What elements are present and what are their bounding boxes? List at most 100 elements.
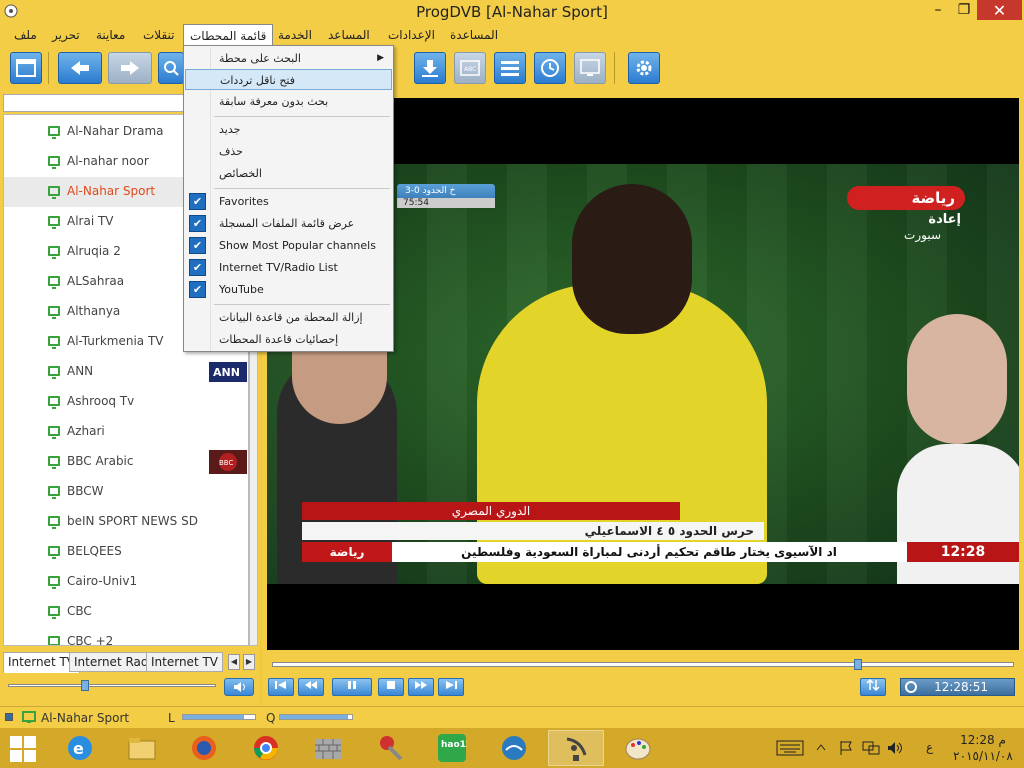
skip-to-end-button[interactable] [438,678,464,696]
tab-scroll-left-button[interactable]: ◀ [228,654,240,670]
skip-to-start-button[interactable] [268,678,294,696]
hao123-icon-label: hao123 [441,740,467,750]
channel-row[interactable]: ANN ANN [4,357,248,387]
tv-icon [48,306,60,319]
epg-list-button[interactable] [494,52,526,84]
menu-item-open-transponder[interactable]: فتح ناقل ترددات [185,69,392,90]
scheduler-button[interactable] [534,52,566,84]
menu-item-remove-from-db[interactable]: إزالة المحطة من قاعدة البيانات [185,307,392,328]
menu-assistant[interactable]: المساعد [322,24,376,46]
teletext-button[interactable]: ABC [454,52,486,84]
taskbar-hao123[interactable]: hao123 [424,730,480,766]
menu-separator [214,116,390,117]
taskbar-chrome[interactable] [238,730,294,766]
menu-service[interactable]: الخدمة [272,24,318,46]
pause-button[interactable] [332,678,372,696]
channel-row[interactable]: Cairo-Univ1 [4,567,248,597]
mute-button[interactable] [224,678,254,696]
menu-item-popular-channels[interactable]: ✔ Show Most Popular channels [185,235,392,256]
taskbar-internet-explorer[interactable]: e [52,730,108,766]
menu-item-favorites[interactable]: ✔ Favorites [185,191,392,212]
subtitle-button[interactable] [574,52,606,84]
tv-icon [48,126,60,139]
network-icon[interactable] [862,740,880,756]
menu-item-internet-tv-radio[interactable]: ✔ Internet TV/Radio List [185,257,392,278]
channel-row[interactable]: BBC Arabic BBC [4,447,248,477]
arrows-icon [866,678,880,692]
checkmark-icon: ✔ [189,281,206,298]
refresh-icon[interactable] [904,680,918,694]
channel-row[interactable]: BELQEES [4,537,248,567]
chevron-up-icon[interactable] [816,743,826,751]
tv-icon [48,636,60,645]
tv-icon [48,456,60,469]
channel-name: CBC [67,604,92,618]
taskbar-firefox[interactable] [176,730,232,766]
menu-navigation[interactable]: تنقلات [137,24,181,46]
channel-name: BBCW [67,484,104,498]
record-toggle-button[interactable] [860,678,886,696]
menu-item-delete[interactable]: حذف [185,141,392,162]
maximize-button[interactable]: ❐ [951,0,977,20]
channel-row[interactable]: CBC +2 [4,627,248,645]
stop-button[interactable] [378,678,404,696]
tab-internet-tv-2[interactable]: Internet TV [146,652,224,672]
channel-list-toggle-button[interactable] [10,52,42,84]
menu-settings[interactable]: الإعدادات [382,24,441,46]
volume-slider[interactable] [8,680,216,691]
volume-slider-knob[interactable] [81,680,89,691]
search-button[interactable] [158,52,184,84]
settings-button[interactable] [628,52,660,84]
close-button[interactable]: ✕ [977,0,1022,20]
forward-button[interactable] [108,52,152,84]
menu-view[interactable]: معاينة [90,24,131,46]
menu-item-blind-scan[interactable]: بحث بدون معرفة سابقة [185,91,392,112]
bbc-logo-text: BBC [219,459,233,467]
progress-knob[interactable] [853,659,862,670]
back-button[interactable] [58,52,102,84]
menu-help[interactable]: المساعدة [444,24,504,46]
tab-scroll-right-button[interactable]: ▶ [243,654,255,670]
menu-edit[interactable]: تحرير [46,24,86,46]
taskbar-file-explorer[interactable] [114,730,170,766]
signal-quality-bar [279,714,353,720]
volume-icon[interactable] [886,740,904,756]
taskbar-app-blue[interactable] [486,730,542,766]
checkmark-icon: ✔ [189,193,206,210]
tv-icon [48,486,60,499]
channel-row[interactable]: CBC [4,597,248,627]
input-language[interactable]: ع [926,740,933,754]
taskbar-paint[interactable] [610,730,666,766]
system-clock[interactable]: 12:28 م ٢٠١٥/١١/٠٨ [948,732,1018,764]
channel-name: Azhari [67,424,105,438]
menu-bar: ملف تحرير معاينة تنقلات قائمة المحطات ال… [0,24,1024,47]
taskbar-tools[interactable] [362,730,418,766]
menu-item-properties[interactable]: الخصائص [185,163,392,184]
league-banner: الدوري المصري [302,502,680,520]
menu-item-new[interactable]: جديد [185,119,392,140]
channel-row[interactable]: BBCW [4,477,248,507]
checkmark-icon: ✔ [189,215,206,232]
download-button[interactable] [414,52,446,84]
timeshift-progress-bar[interactable] [272,659,1014,670]
fast-forward-button[interactable] [408,678,434,696]
menu-channel-list[interactable]: قائمة المحطات [183,24,274,47]
taskbar-firewall[interactable] [300,730,356,766]
taskbar-progdvb[interactable] [548,730,604,766]
menu-item-find-channel[interactable]: البحث على محطة ▶ [185,48,392,69]
channel-row[interactable]: beIN SPORT NEWS SD [4,507,248,537]
menu-item-db-statistics[interactable]: إحصائيات قاعدة المحطات [185,329,392,350]
menu-item-youtube[interactable]: ✔ YouTube [185,279,392,300]
flag-icon[interactable] [838,740,854,756]
toolbar: ABC [0,46,1024,94]
keyboard-icon[interactable] [776,740,804,756]
menu-file[interactable]: ملف [8,24,43,46]
palette-icon [625,738,651,760]
channel-row[interactable]: Ashrooq Tv [4,387,248,417]
minimize-button[interactable]: – [925,0,951,20]
channel-row[interactable]: Azhari [4,417,248,447]
tv-icon [48,216,60,229]
start-button[interactable] [10,736,36,762]
rewind-button[interactable] [298,678,324,696]
menu-item-recorded-files[interactable]: ✔ عرض قائمة الملفات المسجلة [185,213,392,234]
